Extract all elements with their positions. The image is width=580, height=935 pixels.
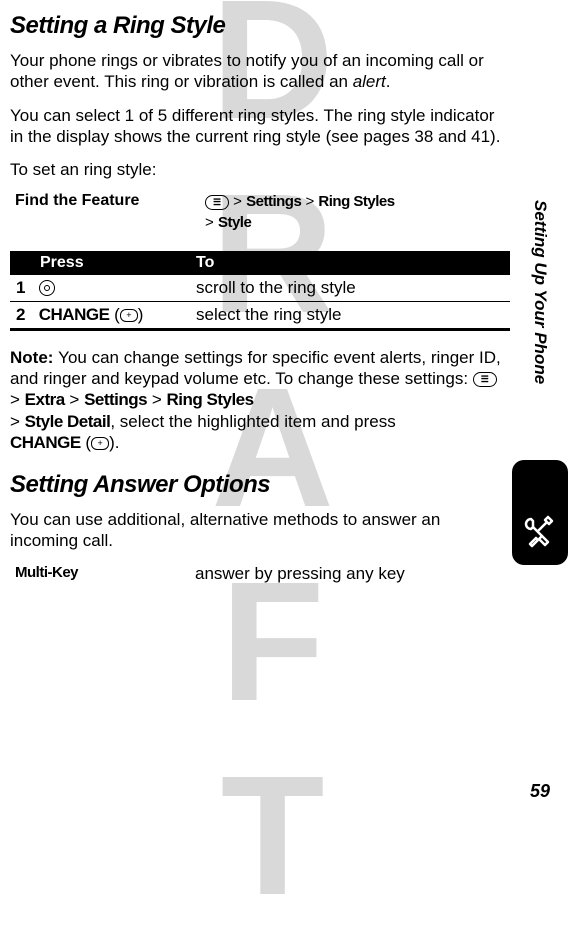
nav-ring-icon — [39, 280, 55, 296]
find-feature-label: Find the Feature — [10, 192, 205, 210]
menu-item-extra: Extra — [25, 390, 65, 409]
note-paragraph: Note: You can change settings for specif… — [10, 347, 510, 453]
table-row: 1 scroll to the ring style — [10, 275, 510, 302]
cell-to-1: scroll to the ring style — [190, 275, 510, 302]
option-desc-multikey: answer by pressing any key — [195, 564, 405, 584]
col-to: To — [190, 251, 510, 275]
text: , select the highlighted item and press — [110, 412, 395, 431]
step-number: 1 — [16, 278, 34, 298]
menu-item-style-detail: Style Detail — [25, 412, 111, 431]
step-number: 2 — [16, 305, 34, 325]
steps-table: Press To 1 scroll to the ring style 2 CH… — [10, 251, 510, 331]
menu-key-icon: ☰ — [205, 195, 229, 210]
tools-icon — [522, 513, 558, 555]
side-thumb-icon-block — [512, 460, 568, 565]
heading-ring-style: Setting a Ring Style — [10, 12, 510, 40]
note-label: Note: — [10, 348, 58, 367]
sep: > — [205, 214, 218, 231]
heading-answer-options: Setting Answer Options — [10, 471, 510, 499]
table-header-row: Press To — [10, 251, 510, 275]
option-label-multikey: Multi-Key — [10, 564, 195, 584]
col-press: Press — [10, 251, 190, 275]
find-feature-path: ☰ > Settings > Ring Styles > Style — [205, 192, 395, 233]
paragraph-toset: To set an ring style: — [10, 159, 510, 180]
page-content: Setting a Ring Style Your phone rings or… — [0, 0, 580, 584]
softkey-icon: + — [120, 309, 138, 322]
cell-press-2: 2 CHANGE (+) — [10, 301, 190, 329]
sep: > — [301, 193, 318, 210]
page-number: 59 — [530, 781, 550, 802]
menu-item-style: Style — [218, 214, 251, 231]
side-tab-label: Setting Up Your Phone — [530, 200, 550, 384]
table-row: 2 CHANGE (+) select the ring style — [10, 301, 510, 329]
text-italic: alert — [353, 72, 386, 91]
option-row-multikey: Multi-Key answer by pressing any key — [10, 564, 510, 584]
text: Your phone rings or vibrates to notify y… — [10, 51, 484, 91]
text: . — [386, 72, 391, 91]
menu-key-icon: ☰ — [473, 372, 497, 387]
menu-item-settings: Settings — [84, 390, 147, 409]
softkey-icon: + — [91, 437, 109, 450]
paragraph-answer-intro: You can use additional, alternative meth… — [10, 509, 510, 552]
paragraph-intro: Your phone rings or vibrates to notify y… — [10, 50, 510, 93]
paragraph-styles: You can select 1 of 5 different ring sty… — [10, 105, 510, 148]
cell-press-1: 1 — [10, 275, 190, 302]
text: ). — [109, 433, 119, 452]
menu-item-ring-styles: Ring Styles — [167, 390, 254, 409]
menu-item-ring-styles: Ring Styles — [318, 193, 394, 210]
cell-to-2: select the ring style — [190, 301, 510, 329]
softkey-label-change: CHANGE — [39, 305, 110, 324]
menu-item-settings: Settings — [246, 193, 301, 210]
sep: > — [229, 193, 246, 210]
find-feature-block: Find the Feature ☰ > Settings > Ring Sty… — [10, 192, 510, 233]
softkey-label-change: CHANGE — [10, 433, 81, 452]
text: You can change settings for specific eve… — [10, 348, 501, 388]
